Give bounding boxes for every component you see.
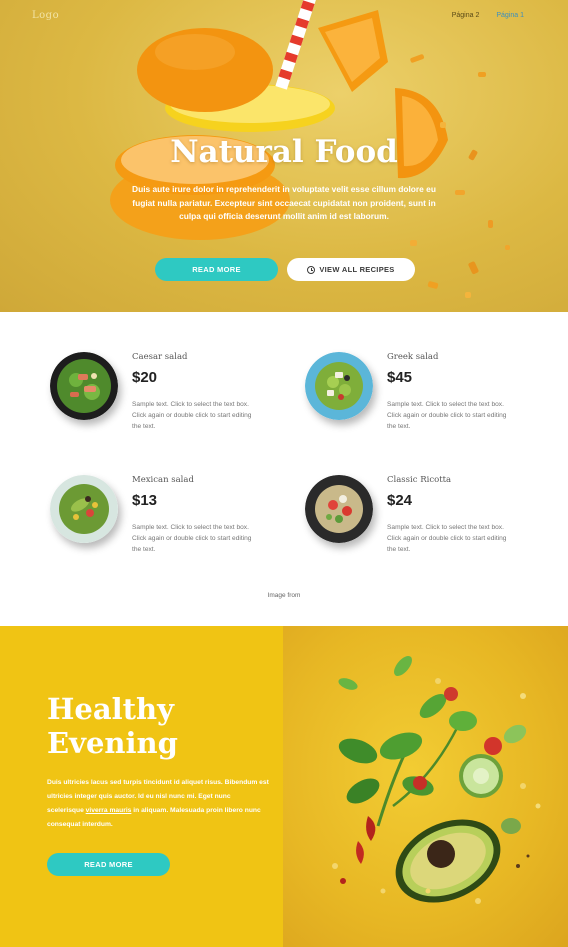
menu-section: Caesar salad $20 Sample text. Click to s…: [0, 312, 568, 626]
menu-item: Caesar salad $20 Sample text. Click to s…: [50, 352, 270, 447]
menu-item: Mexican salad $13 Sample text. Click to …: [50, 475, 270, 570]
image-credit[interactable]: Image from: [0, 592, 568, 599]
item-name: Greek salad: [387, 352, 439, 362]
menu-item: Greek salad $45 Sample text. Click to se…: [305, 352, 525, 447]
read-more-button[interactable]: READ MORE: [155, 258, 278, 281]
clock-icon: [307, 265, 316, 274]
greek-salad-image[interactable]: [305, 352, 373, 420]
item-description[interactable]: Sample text. Click to select the text bo…: [132, 399, 256, 432]
menu-item: Classic Ricotta $24 Sample text. Click t…: [305, 475, 525, 570]
evening-title-line-1: Healthy: [47, 692, 174, 726]
item-price: $13: [132, 492, 158, 509]
item-price: $45: [387, 369, 413, 386]
hero-section: Logo Página 2 Página 1 Natural Food Duis…: [0, 0, 568, 312]
view-all-recipes-button[interactable]: VIEW ALL RECIPES: [287, 258, 415, 281]
vegetables-illustration: [332, 656, 541, 904]
item-description[interactable]: Sample text. Click to select the text bo…: [132, 522, 256, 555]
mexican-salad-image[interactable]: [50, 475, 118, 543]
item-name: Mexican salad: [132, 475, 194, 485]
evening-description: Duis ultricies lacus sed turpis tincidun…: [47, 776, 269, 832]
item-name: Classic Ricotta: [387, 475, 452, 485]
evening-read-more-label: READ MORE: [84, 860, 133, 869]
hero-description: Duis aute irure dolor in reprehenderit i…: [132, 184, 436, 221]
caesar-salad-image[interactable]: [50, 352, 118, 420]
evening-text-link[interactable]: viverra mauris: [86, 807, 132, 814]
view-all-recipes-label: VIEW ALL RECIPES: [319, 265, 395, 274]
nav-link-pagina-2[interactable]: Página 2: [452, 12, 480, 19]
item-description[interactable]: Sample text. Click to select the text bo…: [387, 399, 511, 432]
evening-text-panel: Healthy Evening Duis ultricies lacus sed…: [0, 626, 283, 947]
classic-ricotta-image[interactable]: [305, 475, 373, 543]
item-name: Caesar salad: [132, 352, 188, 362]
hero-title: Natural Food: [170, 134, 398, 170]
vegetables-image: [283, 626, 568, 947]
item-description[interactable]: Sample text. Click to select the text bo…: [387, 522, 511, 555]
healthy-evening-section: Healthy Evening Duis ultricies lacus sed…: [0, 626, 568, 947]
evening-title-line-2: Evening: [47, 726, 178, 760]
read-more-label: READ MORE: [192, 265, 241, 274]
nav-link-pagina-1[interactable]: Página 1: [496, 12, 524, 19]
logo[interactable]: Logo: [32, 10, 59, 21]
item-price: $20: [132, 369, 158, 386]
top-nav: Página 2 Página 1: [452, 12, 524, 19]
item-price: $24: [387, 492, 413, 509]
evening-read-more-button[interactable]: READ MORE: [47, 853, 170, 876]
evening-title: Healthy Evening: [47, 692, 178, 760]
